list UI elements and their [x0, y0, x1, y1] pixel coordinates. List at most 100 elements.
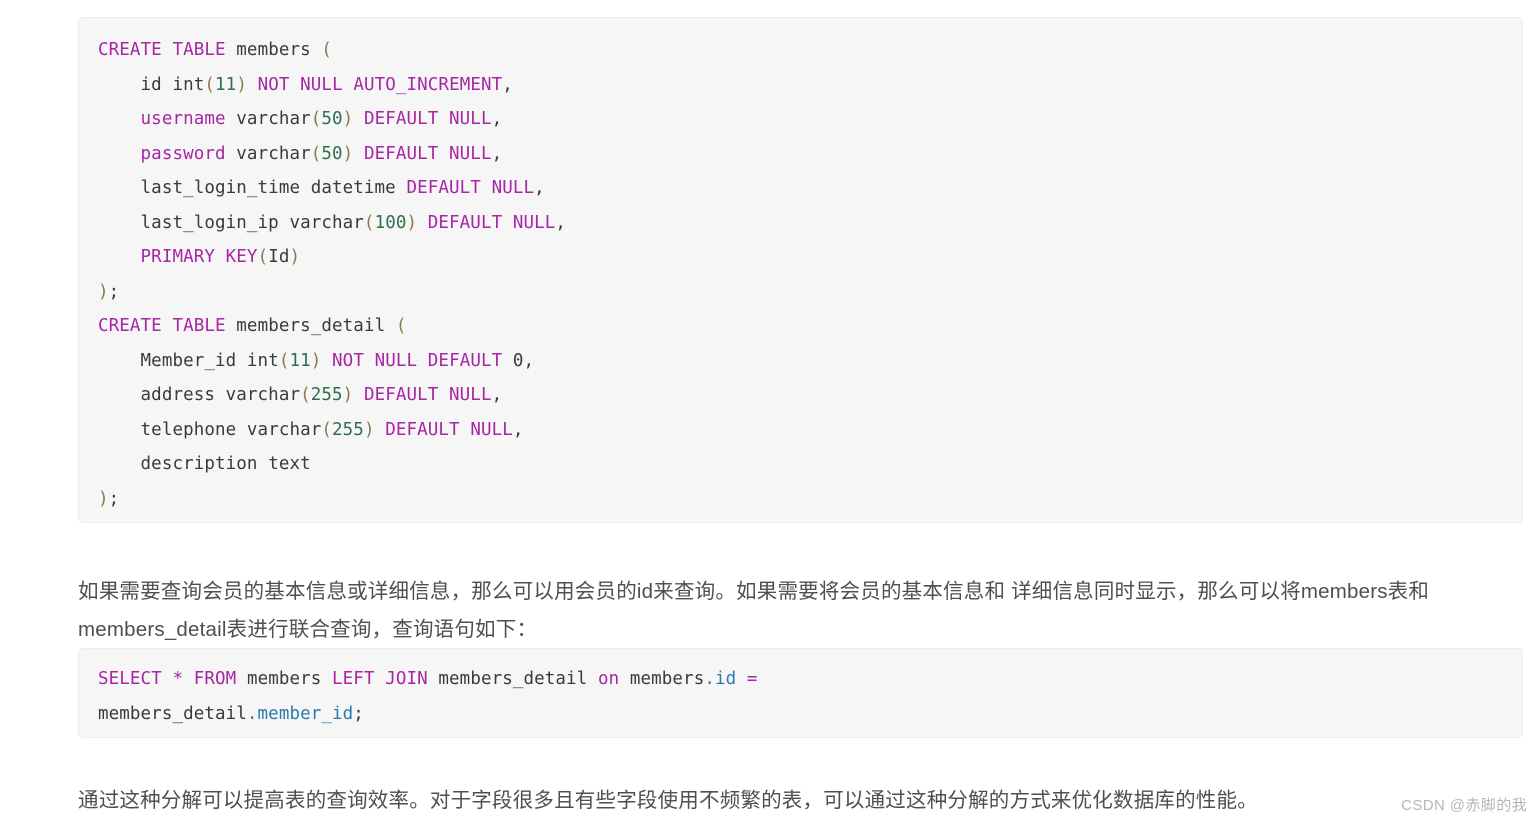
sql-keyword: NULL: [374, 350, 418, 371]
sql-identifier: description: [140, 454, 258, 474]
sql-operator: *: [172, 669, 184, 689]
sql-keyword: FROM: [193, 669, 237, 689]
sql-keyword: CREATE: [98, 316, 162, 336]
sql-keyword: DEFAULT: [363, 109, 439, 129]
sql-punctuation: ): [406, 212, 418, 233]
sql-keyword: on: [597, 669, 620, 689]
article-page: CREATE TABLE members ( id int(11) NOT NU…: [0, 0, 1539, 821]
sql-keyword: NOT: [257, 74, 290, 95]
sql-keyword: DEFAULT: [385, 419, 460, 440]
sql-punctuation: ): [363, 419, 375, 440]
sql-keyword: NULL: [449, 109, 492, 129]
sql-keyword: NULL: [449, 143, 492, 164]
sql-punctuation: ,: [491, 109, 503, 129]
sql-keyword: NULL: [512, 212, 556, 233]
code-content-create-tables[interactable]: CREATE TABLE members ( id int(11) NOT NU…: [78, 17, 1523, 532]
sql-punctuation: ,: [502, 74, 513, 95]
sql-punctuation: ): [289, 247, 301, 267]
sql-punctuation: ,: [491, 143, 503, 164]
sql-keyword: SELECT: [98, 669, 162, 689]
sql-keyword: DEFAULT: [406, 178, 481, 198]
csdn-watermark: CSDN @赤脚的我: [1401, 797, 1527, 814]
sql-punctuation: (: [310, 143, 322, 164]
sql-type: int: [172, 74, 205, 95]
sql-identifier: members: [236, 40, 311, 60]
sql-type: varchar: [246, 419, 322, 440]
sql-punctuation: ,: [512, 419, 524, 440]
sql-identifier: Member_id: [140, 350, 237, 371]
sql-type: varchar: [289, 212, 364, 233]
sql-type: datetime: [310, 178, 396, 198]
sql-punctuation: ,: [555, 212, 567, 233]
sql-identifier: members_detail: [236, 316, 386, 336]
sql-punctuation: ;: [108, 281, 120, 302]
sql-keyword: username: [140, 109, 226, 129]
sql-type: int: [246, 350, 279, 371]
sql-type: varchar: [236, 143, 311, 164]
sql-punctuation: ,: [491, 385, 503, 405]
sql-keyword: NULL: [449, 385, 492, 405]
sql-identifier: Id: [268, 247, 290, 267]
sql-number: 11: [289, 350, 311, 371]
sql-punctuation: (: [278, 350, 290, 371]
sql-punctuation: (: [204, 74, 216, 95]
sql-number: 50: [321, 109, 343, 129]
sql-keyword: TABLE: [172, 316, 226, 336]
sql-punctuation: (: [321, 419, 333, 440]
sql-keyword: DEFAULT: [363, 143, 439, 164]
sql-punctuation: (: [300, 385, 311, 405]
sql-keyword: NULL: [470, 419, 513, 440]
sql-number: 50: [321, 143, 343, 164]
sql-identifier: members_detail: [438, 669, 588, 689]
sql-punctuation: ): [98, 281, 109, 302]
sql-keyword: NULL: [300, 74, 343, 95]
sql-identifier: telephone: [140, 419, 237, 440]
sql-number: 255: [310, 385, 343, 405]
sql-type: varchar: [236, 109, 311, 129]
sql-punctuation: ): [342, 385, 354, 405]
sql-punctuation: (: [321, 40, 333, 60]
paragraph-intro: 如果需要查询会员的基本信息或详细信息，那么可以用会员的id来查询。如果需要将会员…: [78, 579, 1430, 641]
sql-identifier: id: [140, 74, 162, 95]
code-block-create-tables[interactable]: CREATE TABLE members ( id int(11) NOT NU…: [78, 17, 1523, 523]
sql-keyword: LEFT: [332, 669, 375, 689]
sql-number: 11: [215, 74, 237, 95]
sql-keyword: NULL: [491, 178, 535, 198]
sql-punctuation: ): [236, 74, 247, 95]
sql-keyword: JOIN: [385, 669, 428, 689]
sql-identifier: members: [246, 669, 322, 689]
paragraph-outro: 通过这种分解可以提高表的查询效率。对于字段很多且有些字段使用不频繁的表，可以通过…: [78, 788, 1258, 812]
code-content-select-join[interactable]: SELECT * FROM members LEFT JOIN members_…: [78, 648, 1523, 745]
sql-punctuation: ): [342, 143, 354, 164]
sql-punctuation: ): [310, 350, 322, 371]
sql-punctuation: ): [342, 109, 354, 129]
sql-keyword: NOT: [332, 350, 364, 371]
sql-punctuation: (: [310, 109, 322, 129]
sql-keyword: DEFAULT: [427, 212, 503, 233]
sql-identifier: last_login_ip: [140, 212, 279, 233]
sql-punctuation: (: [363, 212, 375, 233]
sql-punctuation: ,: [534, 178, 545, 198]
sql-type: text: [268, 454, 311, 474]
sql-keyword: KEY: [225, 247, 258, 267]
sql-number: 100: [374, 212, 407, 233]
sql-punctuation: ,: [523, 350, 535, 371]
sql-punctuation: ;: [353, 703, 364, 724]
code-block-select-join[interactable]: SELECT * FROM members LEFT JOIN members_…: [78, 648, 1523, 738]
sql-property: .member_id: [246, 703, 354, 724]
sql-identifier: last_login_time: [140, 178, 301, 198]
sql-property: .id: [704, 669, 737, 689]
sql-punctuation: ): [98, 488, 109, 509]
sql-keyword: password: [140, 143, 226, 164]
sql-keyword: PRIMARY: [140, 247, 215, 267]
sql-keyword: AUTO_INCREMENT: [353, 74, 503, 95]
sql-operator: =: [746, 669, 758, 689]
sql-type: varchar: [225, 385, 301, 405]
sql-punctuation: (: [257, 247, 269, 267]
sql-identifier: members_detail: [98, 703, 247, 724]
sql-keyword: CREATE: [98, 40, 162, 60]
sql-keyword: DEFAULT: [363, 385, 439, 405]
sql-number: 255: [332, 419, 364, 440]
sql-identifier: address: [140, 385, 215, 405]
sql-keyword: TABLE: [172, 40, 226, 60]
